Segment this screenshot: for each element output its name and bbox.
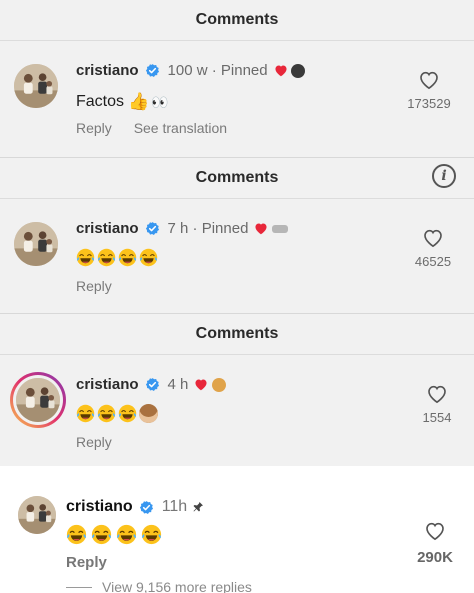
avatar[interactable] (16, 378, 60, 422)
comments-screenshot-2: Comments i cristiano 7 h · Pinned Reply (0, 157, 474, 313)
red-heart-icon (254, 222, 268, 235)
comments-screenshot-4: cristiano 11h Reply 290K (0, 466, 474, 593)
reply-button[interactable]: Reply (76, 120, 112, 136)
like-count: 290K (417, 549, 453, 566)
pinned-comment: cristiano 7 h · Pinned Reply 46525 (0, 198, 474, 314)
verified-badge-icon (145, 377, 160, 392)
eyes-emoji: 👀 (151, 93, 169, 110)
avatar[interactable] (18, 496, 56, 534)
thumbs-up-emoji: 👍 (128, 92, 150, 111)
comment-meta: 11h (161, 498, 188, 515)
laughing-emoji (97, 248, 116, 267)
laughing-emoji (141, 524, 162, 545)
comment-text: Factos (76, 93, 125, 110)
like-count: 173529 (407, 96, 451, 111)
laughing-emoji (118, 248, 137, 267)
laughing-emoji (91, 524, 112, 545)
heart-outline-icon[interactable] (422, 228, 444, 248)
heart-outline-icon[interactable] (418, 70, 440, 90)
red-heart-icon (274, 64, 288, 77)
comments-header: Comments (195, 11, 279, 28)
creator-like-avatar (212, 377, 227, 392)
comment: cristiano 4 h Reply 1554 (0, 354, 474, 467)
comments-screenshot-1: Comments cristiano 100 w · Pinned Factos… (0, 0, 474, 157)
pin-icon (192, 501, 204, 513)
pinned-comment: cristiano 100 w · Pinned Factos 👍 👀 Repl… (0, 40, 474, 157)
comments-screenshot-3: Comments cristiano 4 h Reply 1554 (0, 313, 474, 466)
reply-button[interactable]: Reply (76, 278, 112, 294)
verified-badge-icon (145, 221, 160, 236)
view-more-replies-button[interactable]: View 9,156 more replies (66, 579, 252, 593)
laughing-emoji (66, 524, 87, 545)
laughing-emoji (116, 524, 137, 545)
avatar[interactable] (14, 222, 58, 266)
laughing-emoji-row (76, 248, 158, 267)
reply-button[interactable]: Reply (76, 434, 112, 450)
laughing-emoji (76, 404, 95, 423)
creator-like-avatar (290, 63, 305, 78)
username[interactable]: cristiano (66, 498, 133, 516)
heart-outline-icon[interactable] (424, 521, 446, 541)
username[interactable]: cristiano (76, 62, 139, 79)
reply-button[interactable]: Reply (66, 554, 107, 571)
info-icon[interactable]: i (432, 164, 456, 188)
comments-header: Comments (195, 169, 279, 186)
comment-meta: 7 h · Pinned (167, 220, 249, 237)
laughing-emoji-row (66, 524, 162, 545)
verified-badge-icon (139, 500, 154, 515)
avatar[interactable] (14, 64, 58, 108)
monkey-emoji (139, 404, 158, 423)
like-count: 1554 (422, 410, 452, 425)
verified-badge-icon (145, 63, 160, 78)
view-replies-label: View 9,156 more replies (102, 579, 252, 593)
username[interactable]: cristiano (76, 376, 139, 393)
comment-meta: 100 w · Pinned (167, 62, 268, 79)
laughing-emoji (76, 248, 95, 267)
creator-like-avatar (272, 224, 289, 233)
see-translation-button[interactable]: See translation (134, 120, 227, 136)
comment-meta: 4 h (167, 376, 189, 393)
heart-outline-icon[interactable] (426, 384, 448, 404)
red-heart-icon (194, 378, 208, 391)
like-count: 46525 (414, 254, 452, 269)
laughing-emoji (139, 248, 158, 267)
username[interactable]: cristiano (76, 220, 139, 237)
laughing-emoji (97, 404, 116, 423)
comments-header: Comments (195, 325, 279, 342)
laughing-emoji (118, 404, 137, 423)
laughing-emoji-row (76, 404, 158, 423)
